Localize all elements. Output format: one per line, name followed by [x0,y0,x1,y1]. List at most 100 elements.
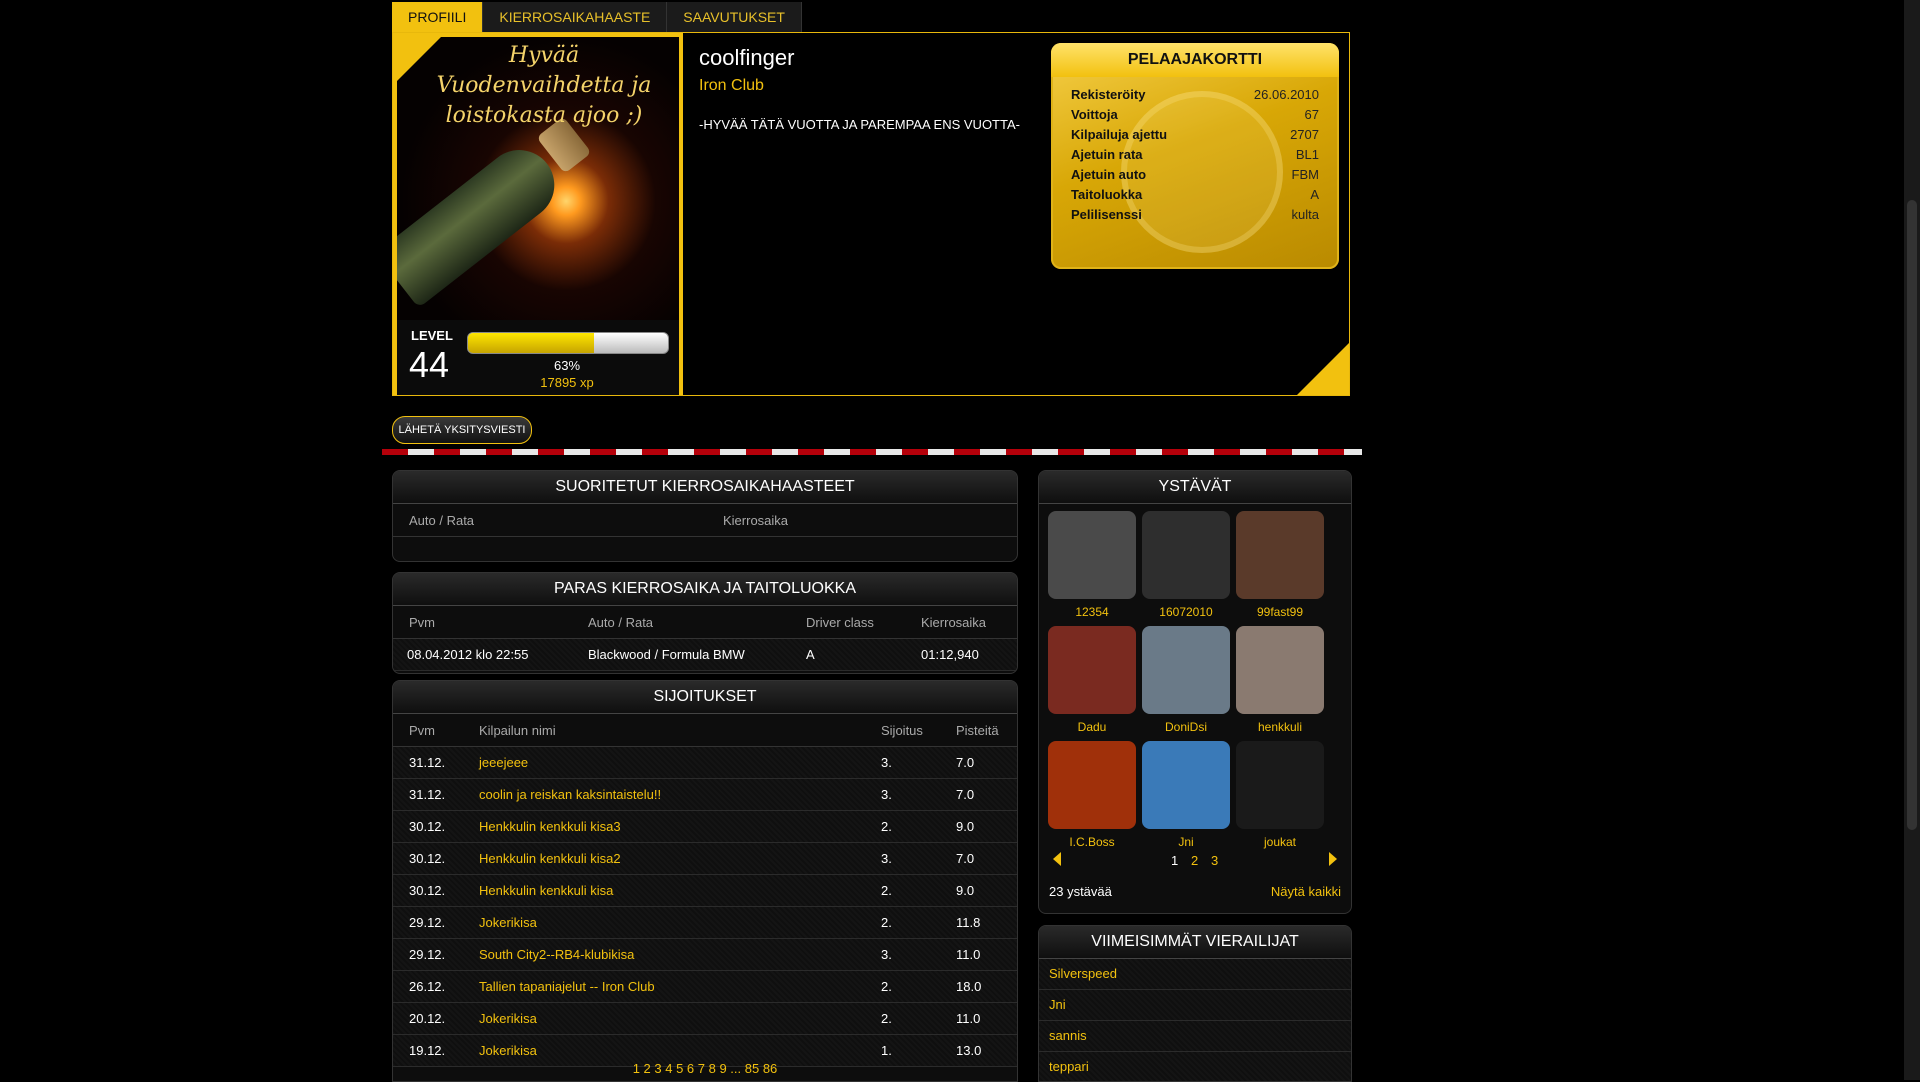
cell-place: 3. [881,755,892,770]
card-row: Kilpailuja ajettu 2707 [1071,127,1319,147]
card-value: 26.06.2010 [1253,87,1319,102]
visitor-link[interactable]: Jni [1039,990,1351,1021]
xp-progress-fill [468,333,594,353]
friend-item[interactable]: 12354 [1047,511,1137,619]
cell-date: 31.12. [409,755,446,770]
best-laptime-title: PARAS KIERROSAIKA JA TAITOLUOKKA [393,573,1017,606]
race-link[interactable]: jeeejeee [479,755,528,770]
card-value: BL1 [1295,147,1319,162]
friend-avatar[interactable] [1142,511,1230,599]
tab-kierrosaikahaaste[interactable]: KIERROSAIKAHAASTE [483,2,668,32]
visitor-link[interactable]: Silverspeed [1039,959,1351,990]
card-value: FBM [1291,167,1319,182]
card-row: Taitoluokka A [1071,187,1319,207]
race-link[interactable]: Jokerikisa [479,915,537,930]
friend-item[interactable]: 99fast99 [1235,511,1325,619]
prev-arrow-icon[interactable] [1053,852,1061,866]
profile-corner-decoration [1297,343,1349,395]
send-private-message-button[interactable]: LÄHETÄ YKSITYSVIESTI [392,416,532,444]
card-row: Ajetuin auto FBM [1071,167,1319,187]
table-row: 30.12. Henkkulin kenkkuli kisa3 2. 9.0 [393,811,1017,843]
friends-page-2[interactable]: 2 [1191,853,1198,868]
friend-name[interactable]: Dadu [1047,720,1137,734]
card-row: Pelilisenssi kulta [1071,207,1319,227]
cell-points: 7.0 [956,851,975,866]
friend-name[interactable]: 12354 [1047,605,1137,619]
card-key: Taitoluokka [1071,187,1143,202]
placements-pager[interactable]: 1 2 3 4 5 6 7 8 9 ... 85 86 [393,1061,1017,1081]
visitor-link[interactable]: teppari [1039,1052,1351,1081]
race-link[interactable]: Jokerikisa [479,1043,537,1058]
card-value: 2707 [1290,127,1319,142]
card-key: Kilpailuja ajettu [1071,127,1168,142]
friend-name[interactable]: henkkuli [1235,720,1325,734]
friend-avatar[interactable] [1048,511,1136,599]
table-row: 30.12. Henkkulin kenkkuli kisa 2. 9.0 [393,875,1017,907]
col-car-track: Auto / Rata [588,615,654,630]
race-link[interactable]: Tallien tapaniajelut -- Iron Club [479,979,655,994]
tab-profiili[interactable]: PROFIILI [392,2,484,32]
friend-name[interactable]: 99fast99 [1235,605,1325,619]
cell-place: 2. [881,819,892,834]
club-link[interactable]: Iron Club [699,77,764,95]
friend-avatar[interactable] [1048,626,1136,714]
friend-avatar[interactable] [1236,626,1324,714]
friend-avatar[interactable] [1236,511,1324,599]
race-link[interactable]: South City2--RB4-klubikisa [479,947,634,962]
friends-title: YSTÄVÄT [1039,471,1351,504]
avatar-image: Hyvää Vuodenvaihdetta ja loistokasta ajo… [397,37,679,320]
friend-item[interactable]: henkkuli [1235,626,1325,734]
best-laptime-header: Pvm Auto / Rata Driver class Kierrosaika [393,606,1017,639]
card-value: 67 [1304,107,1319,122]
friends-page-1[interactable]: 1 [1171,853,1178,868]
friend-avatar[interactable] [1142,741,1230,829]
friend-item[interactable]: I.C.Boss [1047,741,1137,849]
cell-place: 2. [881,915,892,930]
table-row: 29.12. Jokerikisa 2. 11.8 [393,907,1017,939]
visitor-link[interactable]: sannis [1039,1021,1351,1052]
race-link[interactable]: Henkkulin kenkkuli kisa3 [479,819,621,834]
cell-points: 13.0 [956,1043,982,1058]
friend-avatar[interactable] [1048,741,1136,829]
friend-name[interactable]: Jni [1141,835,1231,849]
friend-avatar[interactable] [1236,741,1324,829]
cell-date: 30.12. [409,819,446,834]
friend-avatar[interactable] [1142,626,1230,714]
xp-value: 17895 xp [540,375,594,390]
friends-page-3[interactable]: 3 [1211,853,1218,868]
friends-panel: YSTÄVÄT 12354 16072010 99fast99 Dadu DoniDsi… [1038,470,1352,914]
card-key: Pelilisenssi [1071,207,1142,222]
race-link[interactable]: Henkkulin kenkkuli kisa [479,883,613,898]
friend-item[interactable]: DoniDsi [1141,626,1231,734]
friend-item[interactable]: Jni [1141,741,1231,849]
table-row: 29.12. South City2--RB4-klubikisa 3. 11.0 [393,939,1017,971]
friend-name[interactable]: DoniDsi [1141,720,1231,734]
friend-name[interactable]: joukat [1235,835,1325,849]
card-value: A [1310,187,1319,202]
cell-place: 3. [881,787,892,802]
scrollbar-thumb[interactable] [1907,200,1917,830]
cell-date: 31.12. [409,787,446,802]
friend-name[interactable]: I.C.Boss [1047,835,1137,849]
table-row: 20.12. Jokerikisa 2. 11.0 [393,1003,1017,1035]
friend-item[interactable]: Dadu [1047,626,1137,734]
table-row: 26.12. Tallien tapaniajelut -- Iron Club 2… [393,971,1017,1003]
cell-laptime: 01:12,940 [921,647,979,662]
show-all-friends-link[interactable]: Näytä kaikki [1271,884,1341,899]
placements-header: Pvm Kilpailun nimi Sijoitus Pisteitä [393,714,1017,747]
race-link[interactable]: Jokerikisa [479,1011,537,1026]
friend-item[interactable]: joukat [1235,741,1325,849]
col-points: Pisteitä [956,723,999,738]
page-scrollbar[interactable] [1904,0,1920,1080]
race-link[interactable]: coolin ja reiskan kaksintaistelu!! [479,787,661,802]
race-link[interactable]: Henkkulin kenkkuli kisa2 [479,851,621,866]
player-card: PELAAJAKORTTI Rekisteröity 26.06.2010 Voi… [1051,43,1339,269]
cell-points: 9.0 [956,819,975,834]
next-arrow-icon[interactable] [1329,852,1337,866]
col-race-name: Kilpailun nimi [479,723,556,738]
avatar-box: Hyvää Vuodenvaihdetta ja loistokasta ajo… [393,33,683,395]
friend-item[interactable]: 16072010 [1141,511,1231,619]
checkered-stripe-divider [382,449,1362,455]
tab-saavutukset[interactable]: SAAVUTUKSET [667,2,802,32]
friend-name[interactable]: 16072010 [1141,605,1231,619]
